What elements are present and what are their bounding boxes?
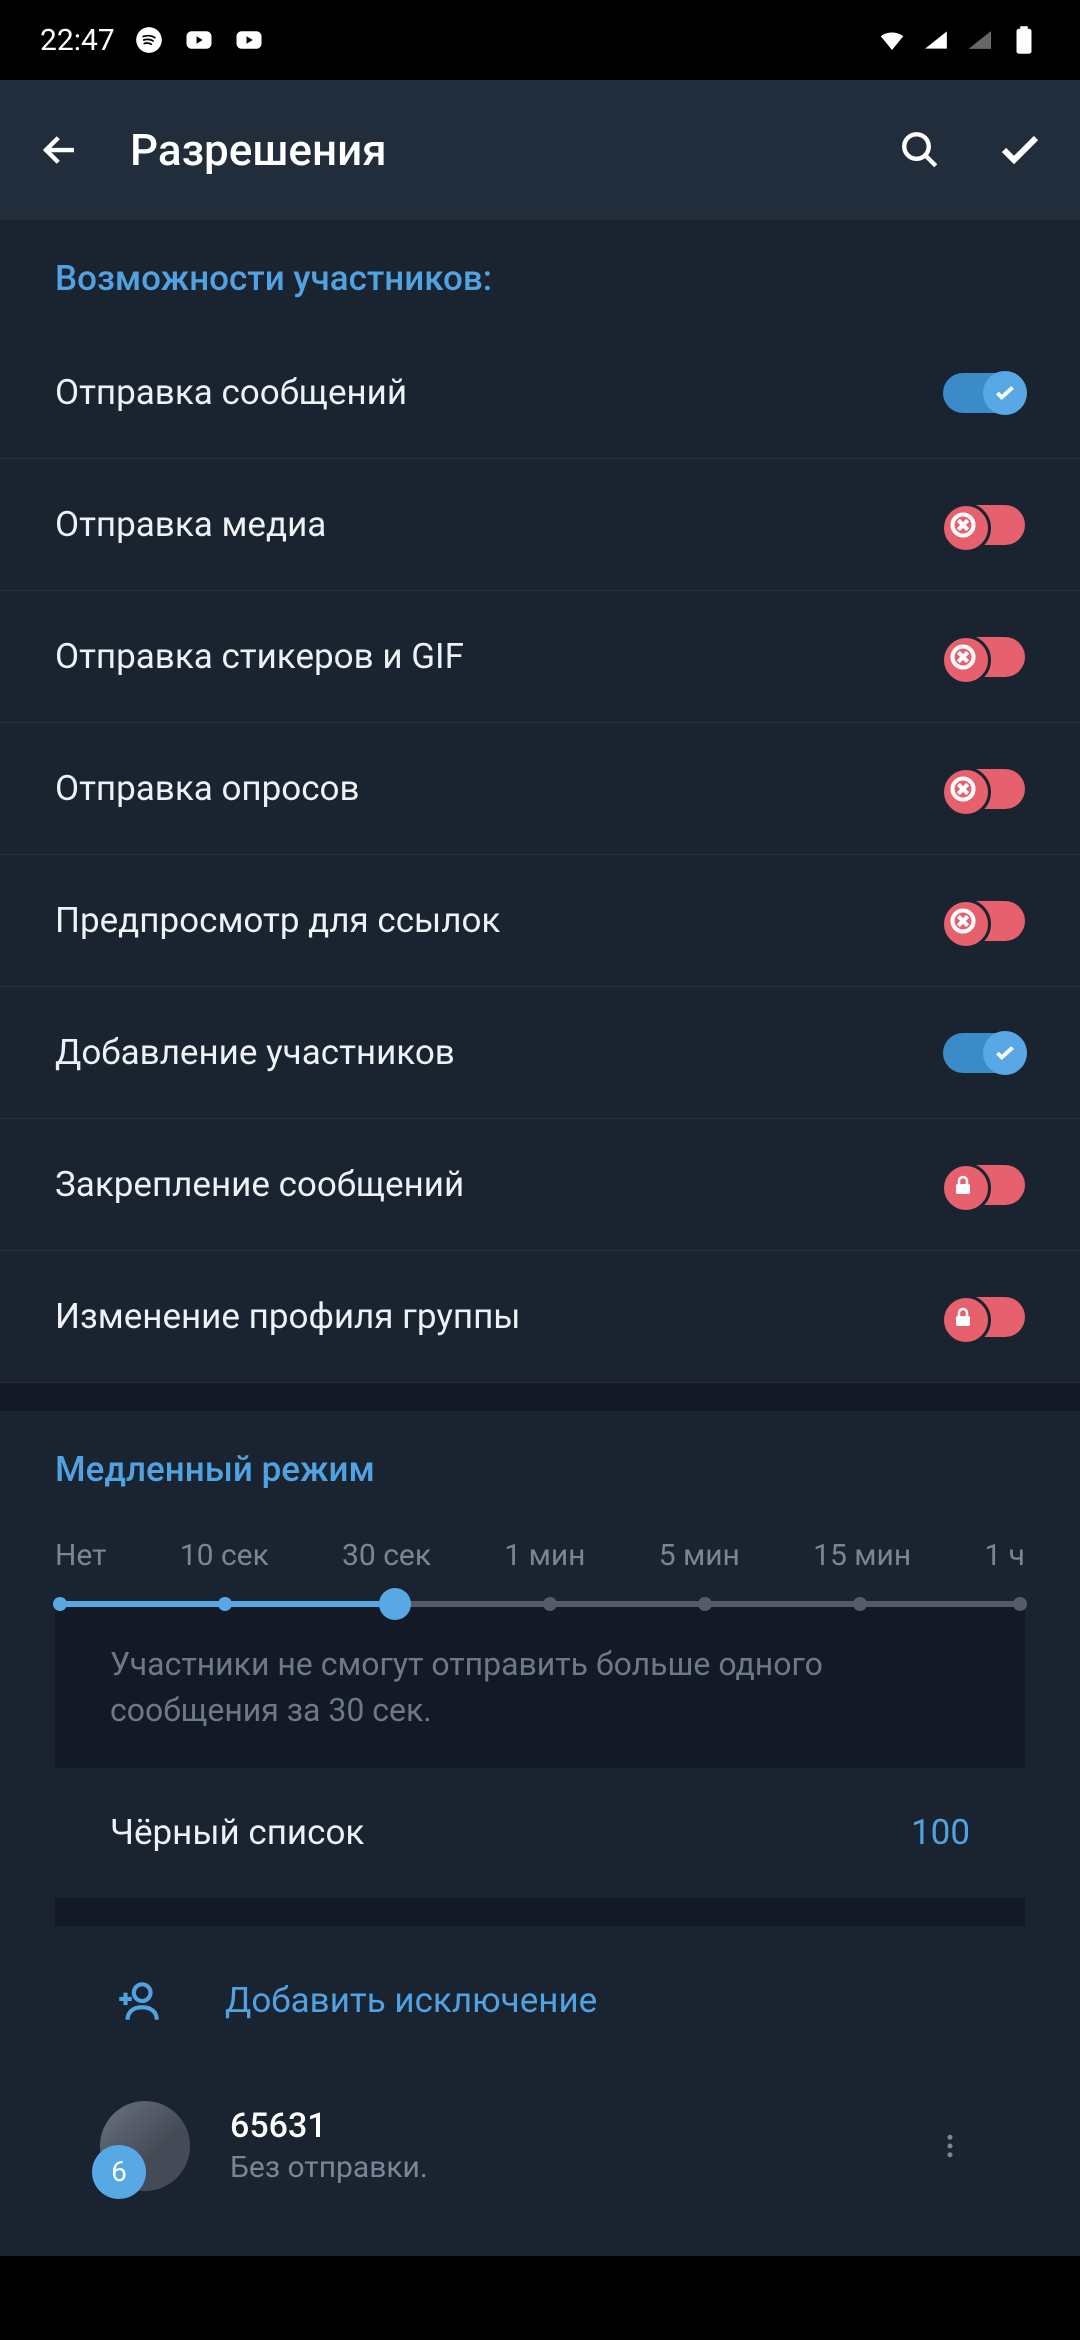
perm-label: Отправка опросов	[55, 768, 360, 809]
x-icon	[949, 511, 977, 539]
perm-send-stickers[interactable]: Отправка стикеров и GIF	[0, 591, 1080, 723]
status-time: 22:47	[40, 23, 115, 58]
signal-icon	[964, 24, 996, 56]
slowmode-labels: Нет 10 сек 30 сек 1 мин 5 мин 15 мин 1 ч	[55, 1538, 1025, 1573]
slider-label: 5 мин	[659, 1538, 740, 1573]
x-icon	[949, 643, 977, 671]
confirm-button[interactable]	[990, 120, 1050, 180]
toggle-switch-locked[interactable]	[943, 1165, 1025, 1205]
user-name: 65631	[230, 2106, 890, 2146]
battery-icon	[1008, 24, 1040, 56]
back-button[interactable]	[30, 120, 90, 180]
perm-send-polls[interactable]: Отправка опросов	[0, 723, 1080, 855]
app-header: Разрешения	[0, 80, 1080, 220]
perm-pin-messages[interactable]: Закрепление сообщений	[0, 1119, 1080, 1251]
lock-icon	[951, 1172, 975, 1198]
user-avatar	[100, 2101, 190, 2191]
slider-dot	[853, 1597, 867, 1611]
check-icon	[992, 1040, 1018, 1066]
slider-dot	[218, 1597, 232, 1611]
add-user-icon	[110, 1973, 165, 2028]
exception-user-row[interactable]: 65631 Без отправки.	[55, 2076, 1025, 2216]
perm-link-preview[interactable]: Предпросмотр для ссылок	[0, 855, 1080, 987]
slowmode-title: Медленный режим	[55, 1449, 1025, 1490]
toggle-switch-off[interactable]	[943, 637, 1025, 677]
toggle-switch-locked[interactable]	[943, 1297, 1025, 1337]
slider-dot	[698, 1597, 712, 1611]
spotify-icon	[133, 24, 165, 56]
toggle-switch-off[interactable]	[943, 505, 1025, 545]
section-gap	[0, 1383, 1080, 1411]
slider-dot	[1013, 1597, 1027, 1611]
slider-thumb[interactable]	[379, 1588, 411, 1620]
perm-add-members[interactable]: Добавление участников	[0, 987, 1080, 1119]
slider-label: Нет	[55, 1538, 107, 1573]
slider-label: 15 мин	[813, 1538, 911, 1573]
slowmode-section: Медленный режим Нет 10 сек 30 сек 1 мин …	[0, 1411, 1080, 2256]
perm-label: Изменение профиля группы	[55, 1296, 520, 1337]
toggle-switch-on[interactable]	[943, 373, 1025, 413]
page-title: Разрешения	[130, 124, 850, 176]
toggle-switch-on[interactable]	[943, 1033, 1025, 1073]
section-gap	[55, 1898, 1025, 1926]
add-exception-label: Добавить исключение	[225, 1980, 597, 2021]
slider-label: 10 сек	[180, 1538, 269, 1573]
permissions-section-title: Возможности участников:	[0, 220, 1080, 327]
x-icon	[949, 907, 977, 935]
content-area: Возможности участников: Отправка сообщен…	[0, 220, 1080, 2256]
user-info: 65631 Без отправки.	[230, 2106, 890, 2185]
status-bar: 22:47	[0, 0, 1080, 80]
perm-label: Отправка стикеров и GIF	[55, 636, 464, 677]
blacklist-count: 100	[911, 1812, 970, 1853]
x-icon	[949, 775, 977, 803]
status-right	[876, 24, 1040, 56]
perm-change-info[interactable]: Изменение профиля группы	[0, 1251, 1080, 1383]
youtube-icon	[233, 24, 265, 56]
blacklist-row[interactable]: Чёрный список 100	[55, 1768, 1025, 1898]
check-icon	[992, 380, 1018, 406]
perm-label: Закрепление сообщений	[55, 1164, 464, 1205]
search-button[interactable]	[890, 120, 950, 180]
slider-label: 30 сек	[342, 1538, 431, 1573]
add-exception-row[interactable]: Добавить исключение	[55, 1926, 1025, 2076]
perm-send-messages[interactable]: Отправка сообщений	[0, 327, 1080, 459]
toggle-switch-off[interactable]	[943, 769, 1025, 809]
user-menu-button[interactable]	[930, 2131, 970, 2161]
blacklist-label: Чёрный список	[110, 1812, 364, 1853]
slider-label: 1 мин	[504, 1538, 585, 1573]
toggle-switch-off[interactable]	[943, 901, 1025, 941]
perm-label: Добавление участников	[55, 1032, 455, 1073]
slowmode-slider[interactable]	[55, 1601, 1025, 1607]
slider-dot	[53, 1597, 67, 1611]
perm-label: Отправка сообщений	[55, 372, 407, 413]
slider-label: 1 ч	[984, 1538, 1025, 1573]
lock-icon	[951, 1304, 975, 1330]
slider-dot	[543, 1597, 557, 1611]
perm-send-media[interactable]: Отправка медиа	[0, 459, 1080, 591]
user-subtitle: Без отправки.	[230, 2150, 890, 2185]
youtube-icon	[183, 24, 215, 56]
perm-label: Предпросмотр для ссылок	[55, 900, 500, 941]
slowmode-description: Участники не смогут отправить больше одн…	[55, 1607, 1025, 1768]
signal-icon	[920, 24, 952, 56]
status-left: 22:47	[40, 23, 265, 58]
wifi-icon	[876, 24, 908, 56]
perm-label: Отправка медиа	[55, 504, 326, 545]
